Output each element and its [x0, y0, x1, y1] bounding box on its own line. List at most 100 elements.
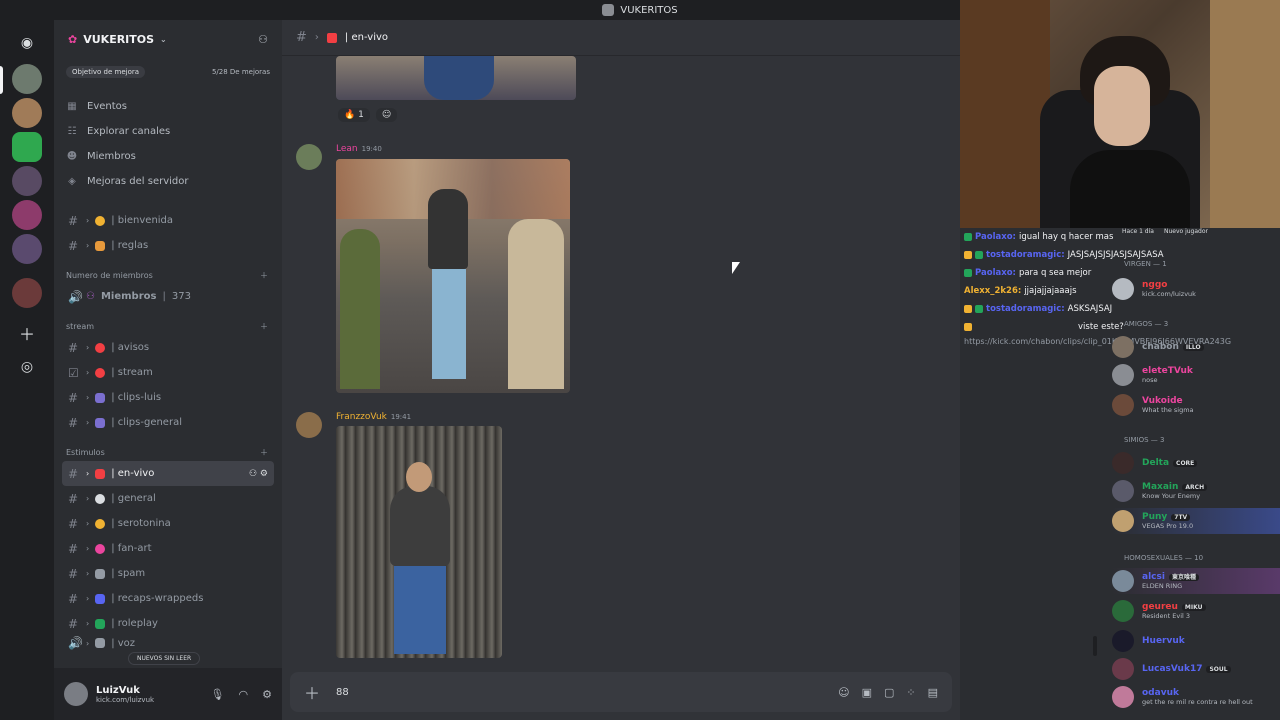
chat-text: jjajajjajaaajs: [1024, 286, 1077, 296]
nav-members[interactable]: ☻ Miembros: [54, 144, 282, 169]
member-item[interactable]: eleteTVuk nose: [1112, 362, 1280, 388]
plus-icon[interactable]: ＋: [260, 270, 268, 281]
boost-goal-bar[interactable]: Objetivo de mejora 5/28 De mejoras: [62, 64, 274, 80]
message-author[interactable]: Lean: [336, 144, 358, 154]
discord-home-icon[interactable]: ◉: [12, 28, 42, 58]
server-icon-7[interactable]: [12, 278, 42, 308]
webcam-cabinet: [960, 0, 1050, 228]
scrollbar[interactable]: [1093, 636, 1097, 656]
channel-settings-icon[interactable]: ⚇ ⚙: [249, 469, 268, 479]
webcam-face: [1094, 66, 1150, 146]
server-rail: ◉ ＋ ◎: [0, 20, 54, 720]
member-item[interactable]: chabon ILLO: [1112, 334, 1280, 360]
channel-bienvenida[interactable]: # › | bienvenida: [62, 208, 274, 233]
category-estimulos[interactable]: Estimulos ＋: [54, 435, 282, 461]
user-info[interactable]: LuizVuk kick.com/luizvuk: [96, 685, 154, 704]
member-item[interactable]: Vukoide What the sigma: [1112, 392, 1280, 418]
server-badge-icon: ✿: [68, 32, 78, 46]
channel-reglas[interactable]: # › | reglas: [62, 233, 274, 258]
member-item[interactable]: Huervuk: [1112, 628, 1280, 654]
avatar[interactable]: [296, 144, 322, 170]
gif-icon[interactable]: ▣: [862, 686, 872, 699]
new-unread-pill[interactable]: NUEVOS SIN LEER: [128, 652, 201, 665]
server-icon-4[interactable]: [12, 166, 42, 196]
message-composer[interactable]: ＋ 88 ☺ ▣ ▢ ⁘ ▤: [290, 672, 952, 712]
avatar: [1112, 510, 1134, 532]
category-member-count[interactable]: Numero de miembros ＋: [54, 258, 282, 284]
member-stat-count: 373: [171, 291, 191, 302]
cam-meta-label: Nuevo jugador: [1163, 228, 1208, 235]
member-item[interactable]: LucasVuk17 SOUL: [1112, 656, 1280, 682]
message-author[interactable]: FranzzoVuk: [336, 412, 387, 422]
member-item[interactable]: odavuk get the re mil re contra re hell o…: [1112, 684, 1280, 710]
add-server-icon[interactable]: ＋: [12, 318, 42, 348]
headphones-icon[interactable]: ◠: [239, 688, 249, 701]
category-stream[interactable]: stream ＋: [54, 309, 282, 335]
category-label: stream: [66, 321, 95, 331]
member-item[interactable]: alcsi 東京喰種 ELDEN RING: [1112, 568, 1280, 594]
apps-icon[interactable]: ⁘: [906, 686, 915, 699]
server-vukeritos-icon[interactable]: [12, 64, 42, 94]
member-tag: ILLO: [1182, 344, 1204, 351]
composer-input[interactable]: 88: [336, 687, 349, 698]
calendar-icon: ▦: [67, 101, 77, 112]
member-count-voice[interactable]: 🔊 ⚇ Miembros | 373: [62, 284, 274, 309]
member-group-homo: HOMOSEXUALES — 10: [1110, 550, 1203, 566]
gear-icon[interactable]: ⚙: [262, 688, 272, 701]
member-item[interactable]: Maxain ARCH Know Your Enemy: [1112, 478, 1280, 504]
chat-area: # › | en-vivo 🔥 1 ☺ Lean 19:40 FranzzoVuk…: [282, 20, 960, 720]
channel-spam[interactable]: # › | spam: [62, 561, 274, 586]
member-name: chabon: [1142, 342, 1179, 352]
add-reaction-icon[interactable]: ☺: [375, 108, 398, 122]
nav-events[interactable]: ▦ Eventos: [54, 94, 282, 119]
avatar[interactable]: [296, 412, 322, 438]
invite-icon[interactable]: ⚇: [258, 33, 268, 46]
server-icon-6[interactable]: [12, 234, 42, 264]
channel-recaps-wrappeds[interactable]: # › | recaps-wrappeds: [62, 586, 274, 611]
channel-clips-general[interactable]: # › | clips-general: [62, 410, 274, 435]
reactions-bar: 🔥 1 ☺: [338, 108, 398, 122]
channel-avisos[interactable]: # › | avisos: [62, 335, 274, 360]
reaction-count: 1: [358, 110, 364, 120]
channel-roleplay[interactable]: # › | roleplay: [62, 611, 274, 636]
message-time: 19:41: [390, 413, 412, 421]
hash-icon: #: [68, 491, 79, 506]
chevron-right-icon: ›: [86, 569, 90, 578]
emoji-picker-icon[interactable]: ☺: [838, 686, 849, 699]
sticker-icon[interactable]: ▢: [884, 686, 894, 699]
plus-icon[interactable]: ＋: [260, 321, 268, 332]
hash-icon: #: [68, 516, 79, 531]
gift-icon[interactable]: ▤: [928, 686, 938, 699]
channel-en-vivo[interactable]: # › | en-vivo ⚇ ⚙: [62, 461, 274, 486]
discover-icon[interactable]: ◎: [12, 352, 42, 382]
plus-icon[interactable]: ＋: [260, 447, 268, 458]
mouse-cursor: [732, 262, 740, 274]
attach-plus-icon[interactable]: ＋: [304, 680, 320, 704]
channel-serotonina[interactable]: # › | serotonina: [62, 511, 274, 536]
server-icon-3[interactable]: [12, 132, 42, 162]
channel-fan-art[interactable]: # › | fan-art: [62, 536, 274, 561]
active-server-indicator: [0, 66, 3, 94]
member-item[interactable]: nggo kick.com/luizvuk: [1112, 276, 1280, 302]
nav-server-boost[interactable]: ◈ Mejoras del servidor: [54, 169, 282, 194]
attachment-image-previous[interactable]: [336, 56, 576, 100]
member-item[interactable]: Delta CORE: [1112, 450, 1280, 476]
microphone-icon[interactable]: 🎙: [211, 688, 225, 701]
member-item[interactable]: Puny 7TV VEGAS Pro 19.0: [1112, 508, 1280, 534]
message-time: 19:40: [361, 145, 382, 153]
reaction-fire[interactable]: 🔥 1: [338, 108, 370, 122]
channel-voz[interactable]: 🔊 › | voz: [62, 636, 274, 650]
group-label: AMIGOS — 3: [1124, 320, 1169, 328]
attachment-image-lean[interactable]: [336, 159, 570, 393]
attachment-image-franzzovuk[interactable]: [336, 426, 502, 658]
server-header[interactable]: ✿ VUKERITOS ⌄ ⚇: [54, 20, 282, 58]
avatar[interactable]: [64, 682, 88, 706]
server-icon-2[interactable]: [12, 98, 42, 128]
server-icon-5[interactable]: [12, 200, 42, 230]
channel-clips-luis[interactable]: # › | clips-luis: [62, 385, 274, 410]
channel-stream[interactable]: ☑ › | stream: [62, 360, 274, 385]
nav-browse-channels[interactable]: ☷ Explorar canales: [54, 119, 282, 144]
member-item[interactable]: geureu MIKU Resident Evil 3: [1112, 598, 1280, 624]
channel-general[interactable]: # › | general: [62, 486, 274, 511]
channel-title: | en-vivo: [344, 32, 389, 43]
